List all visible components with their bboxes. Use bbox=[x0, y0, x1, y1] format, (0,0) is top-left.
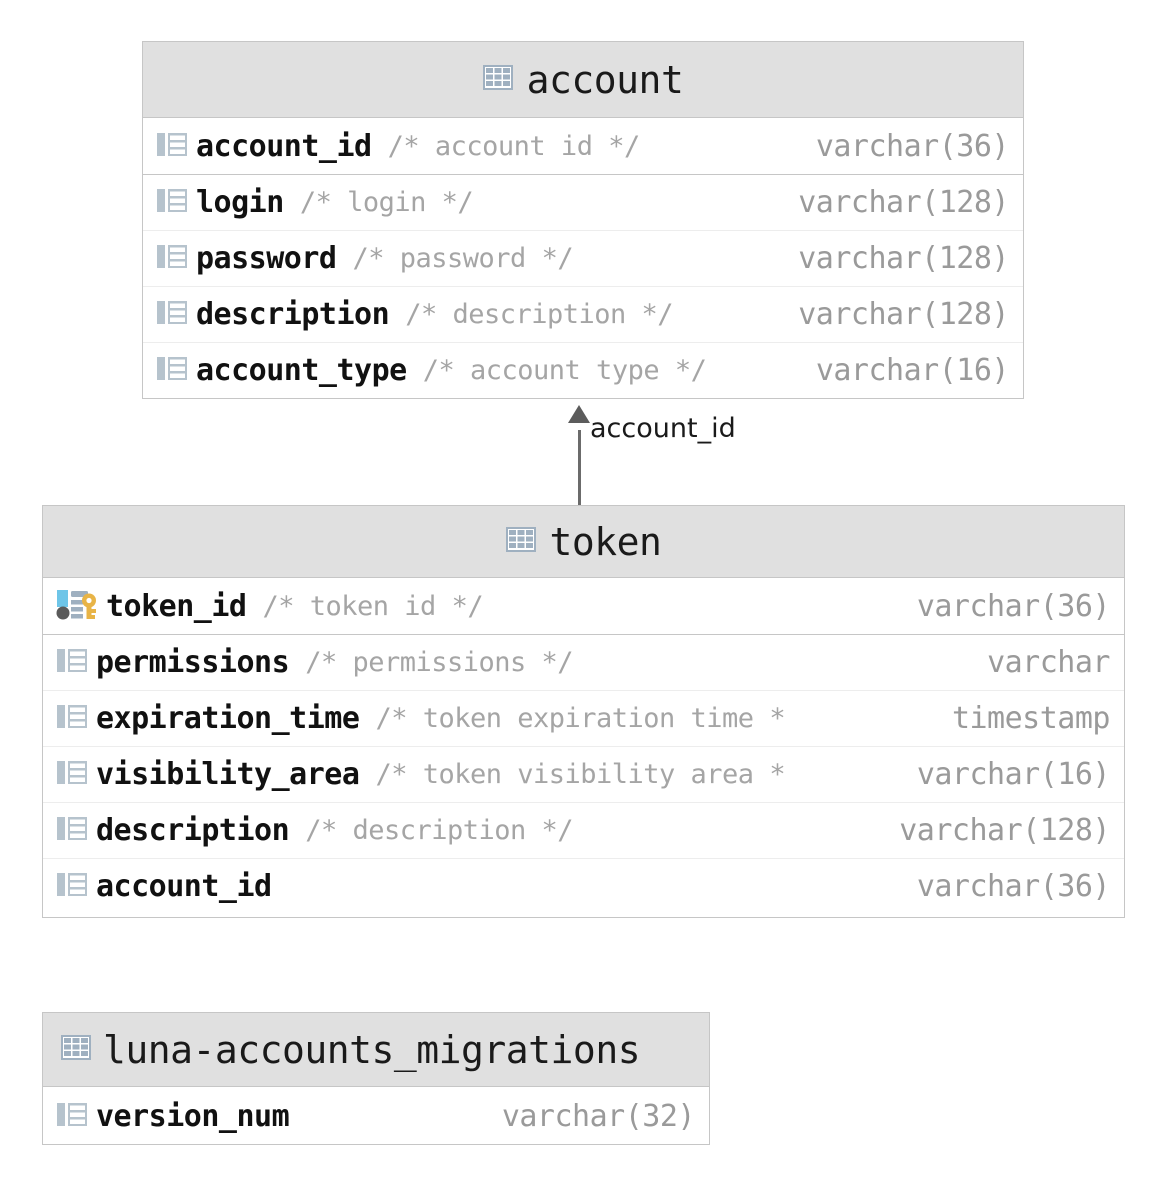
table-row[interactable]: password /* password */ varchar(128) bbox=[143, 231, 1023, 287]
column-name: expiration_time bbox=[96, 701, 359, 736]
table-card-token[interactable]: token token_id /* token id */ varchar(36… bbox=[42, 505, 1125, 918]
table-card-account[interactable]: account account_id /* account id */ varc… bbox=[142, 41, 1024, 399]
table-header-token: token bbox=[43, 506, 1124, 578]
column-type: timestamp bbox=[946, 701, 1110, 736]
column-type: varchar(128) bbox=[893, 813, 1110, 848]
column-icon bbox=[157, 299, 187, 330]
column-icon bbox=[157, 131, 187, 162]
table-row[interactable]: description /* description */ varchar(12… bbox=[143, 287, 1023, 343]
column-type: varchar(16) bbox=[911, 757, 1110, 792]
column-comment: /* permissions */ bbox=[305, 647, 573, 678]
column-icon bbox=[157, 355, 187, 386]
table-icon bbox=[483, 65, 513, 94]
column-comment: /* token expiration time * bbox=[375, 703, 785, 734]
column-icon bbox=[57, 815, 87, 846]
relationship-line[interactable] bbox=[578, 430, 581, 506]
column-icon bbox=[157, 187, 187, 218]
table-title-luna-accounts-migrations: luna-accounts_migrations bbox=[103, 1028, 640, 1072]
column-type: varchar(128) bbox=[792, 241, 1009, 276]
column-name: description bbox=[196, 297, 389, 332]
table-row[interactable]: version_num varchar(32) bbox=[43, 1087, 709, 1145]
column-comment: /* token visibility area * bbox=[375, 759, 785, 790]
column-name: permissions bbox=[96, 645, 289, 680]
column-type: varchar(32) bbox=[496, 1099, 695, 1134]
column-type: varchar(128) bbox=[792, 297, 1009, 332]
column-icon bbox=[57, 871, 87, 902]
column-type: varchar(16) bbox=[810, 353, 1009, 388]
column-name: account_id bbox=[196, 129, 372, 164]
column-comment: /* password */ bbox=[353, 243, 574, 274]
column-name: password bbox=[196, 241, 337, 276]
column-comment: /* account id */ bbox=[388, 131, 640, 162]
table-row[interactable]: token_id /* token id */ varchar(36) bbox=[43, 578, 1124, 635]
table-title-token: token bbox=[550, 520, 662, 564]
column-name: token_id bbox=[106, 589, 247, 624]
relationship-label: account_id bbox=[590, 413, 736, 444]
table-row[interactable]: visibility_area /* token visibility area… bbox=[43, 747, 1124, 803]
column-type: varchar(128) bbox=[792, 185, 1009, 220]
table-icon bbox=[61, 1035, 91, 1064]
column-name: account_type bbox=[196, 353, 407, 388]
table-header-luna-accounts-migrations: luna-accounts_migrations bbox=[43, 1013, 709, 1087]
column-comment: /* account type */ bbox=[423, 355, 707, 386]
table-row[interactable]: description /* description */ varchar(12… bbox=[43, 803, 1124, 859]
column-type: varchar(36) bbox=[911, 869, 1110, 904]
column-name: account_id bbox=[96, 869, 272, 904]
column-icon bbox=[57, 703, 87, 734]
column-icon bbox=[157, 243, 187, 274]
column-name: login bbox=[196, 185, 284, 220]
table-icon bbox=[506, 527, 536, 556]
table-header-account: account bbox=[143, 42, 1023, 118]
column-name: visibility_area bbox=[96, 757, 359, 792]
column-icon bbox=[57, 647, 87, 678]
column-name: description bbox=[96, 813, 289, 848]
column-comment: /* login */ bbox=[300, 187, 473, 218]
column-icon bbox=[57, 759, 87, 790]
table-row[interactable]: account_type /* account type */ varchar(… bbox=[143, 343, 1023, 398]
table-row[interactable]: expiration_time /* token expiration time… bbox=[43, 691, 1124, 747]
table-row[interactable]: account_id /* account id */ varchar(36) bbox=[143, 118, 1023, 175]
column-type: varchar bbox=[981, 645, 1110, 680]
table-row[interactable]: login /* login */ varchar(128) bbox=[143, 175, 1023, 231]
column-comment: /* description */ bbox=[405, 299, 673, 330]
primary-key-icon bbox=[56, 589, 100, 624]
column-type: varchar(36) bbox=[810, 129, 1009, 164]
table-card-luna-accounts-migrations[interactable]: luna-accounts_migrations version_num var… bbox=[42, 1012, 710, 1145]
column-comment: /* token id */ bbox=[263, 591, 484, 622]
column-type: varchar(36) bbox=[911, 589, 1110, 624]
column-name: version_num bbox=[96, 1099, 289, 1134]
table-row[interactable]: permissions /* permissions */ varchar bbox=[43, 635, 1124, 691]
table-row[interactable]: account_id varchar(36) bbox=[43, 859, 1124, 914]
column-comment: /* description */ bbox=[305, 815, 573, 846]
relationship-arrow-icon bbox=[568, 405, 590, 423]
column-icon bbox=[57, 1101, 87, 1132]
table-title-account: account bbox=[527, 58, 684, 102]
